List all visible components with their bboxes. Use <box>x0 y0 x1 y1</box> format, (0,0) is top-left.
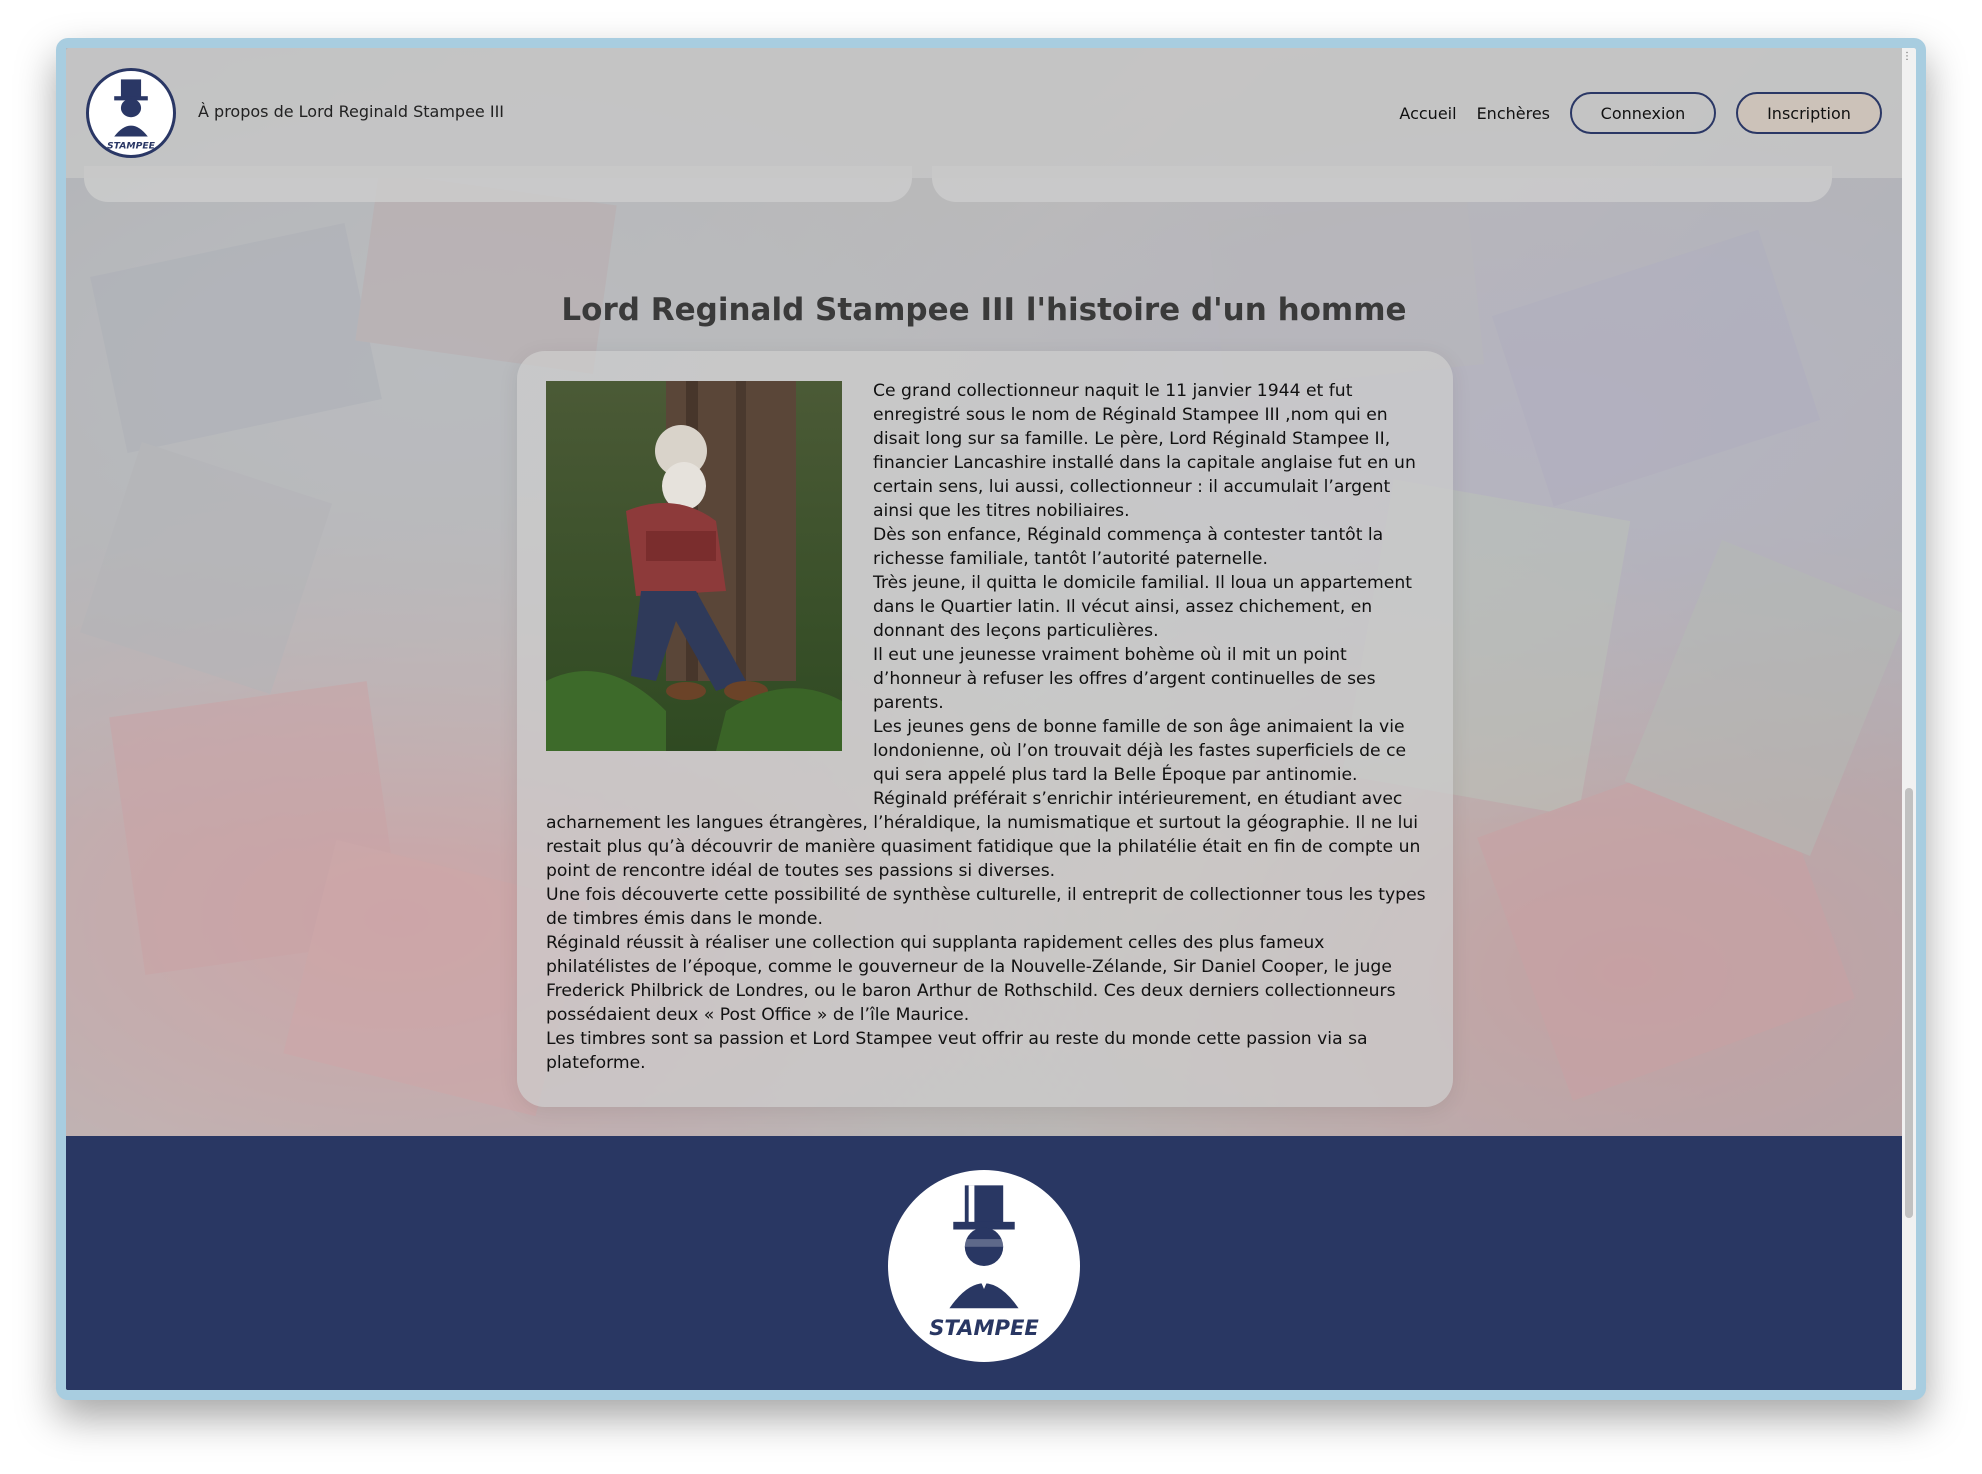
scrollbar-thumb[interactable] <box>1905 788 1913 1218</box>
biography-paragraph: Réginald préférait s’enrichir intérieure… <box>546 789 1421 881</box>
biography-title: Lord Reginald Stampee III l'histoire d'u… <box>561 292 1407 328</box>
nav-home-link[interactable]: Accueil <box>1399 104 1456 123</box>
page-viewport: STAMPEE À propos de Lord Reginald Stampe… <box>66 48 1902 1390</box>
kebab-menu-icon[interactable]: ⋮ <box>1902 52 1912 62</box>
vertical-scrollbar[interactable]: ⋮ <box>1902 48 1916 1390</box>
stampee-logo-icon[interactable]: STAMPEE <box>86 68 176 158</box>
nav-auctions-link[interactable]: Enchères <box>1477 104 1550 123</box>
svg-text:STAMPEE: STAMPEE <box>107 140 156 151</box>
biography-text: Ce grand collectionneur naquit le 11 jan… <box>546 379 1426 1075</box>
site-header: STAMPEE À propos de Lord Reginald Stampe… <box>66 48 1902 178</box>
stampee-logo-icon[interactable]: STAMPEE <box>888 1170 1080 1362</box>
svg-text:STAMPEE: STAMPEE <box>929 1315 1039 1340</box>
biography-card: Ce grand collectionneur naquit le 11 jan… <box>517 351 1453 1107</box>
signup-button[interactable]: Inscription <box>1736 92 1882 134</box>
login-button[interactable]: Connexion <box>1570 92 1716 134</box>
page-heading: À propos de Lord Reginald Stampee III <box>198 102 504 121</box>
biography-paragraph: Réginald réussit à réaliser une collecti… <box>546 933 1396 1025</box>
biography-paragraph: Une fois découverte cette possibilité de… <box>546 885 1426 929</box>
biography-paragraph: Les timbres sont sa passion et Lord Stam… <box>546 1029 1368 1073</box>
browser-window: STAMPEE À propos de Lord Reginald Stampe… <box>56 38 1926 1400</box>
site-footer: STAMPEE <box>66 1136 1902 1390</box>
main-nav: Accueil Enchères Connexion Inscription <box>1399 92 1882 134</box>
